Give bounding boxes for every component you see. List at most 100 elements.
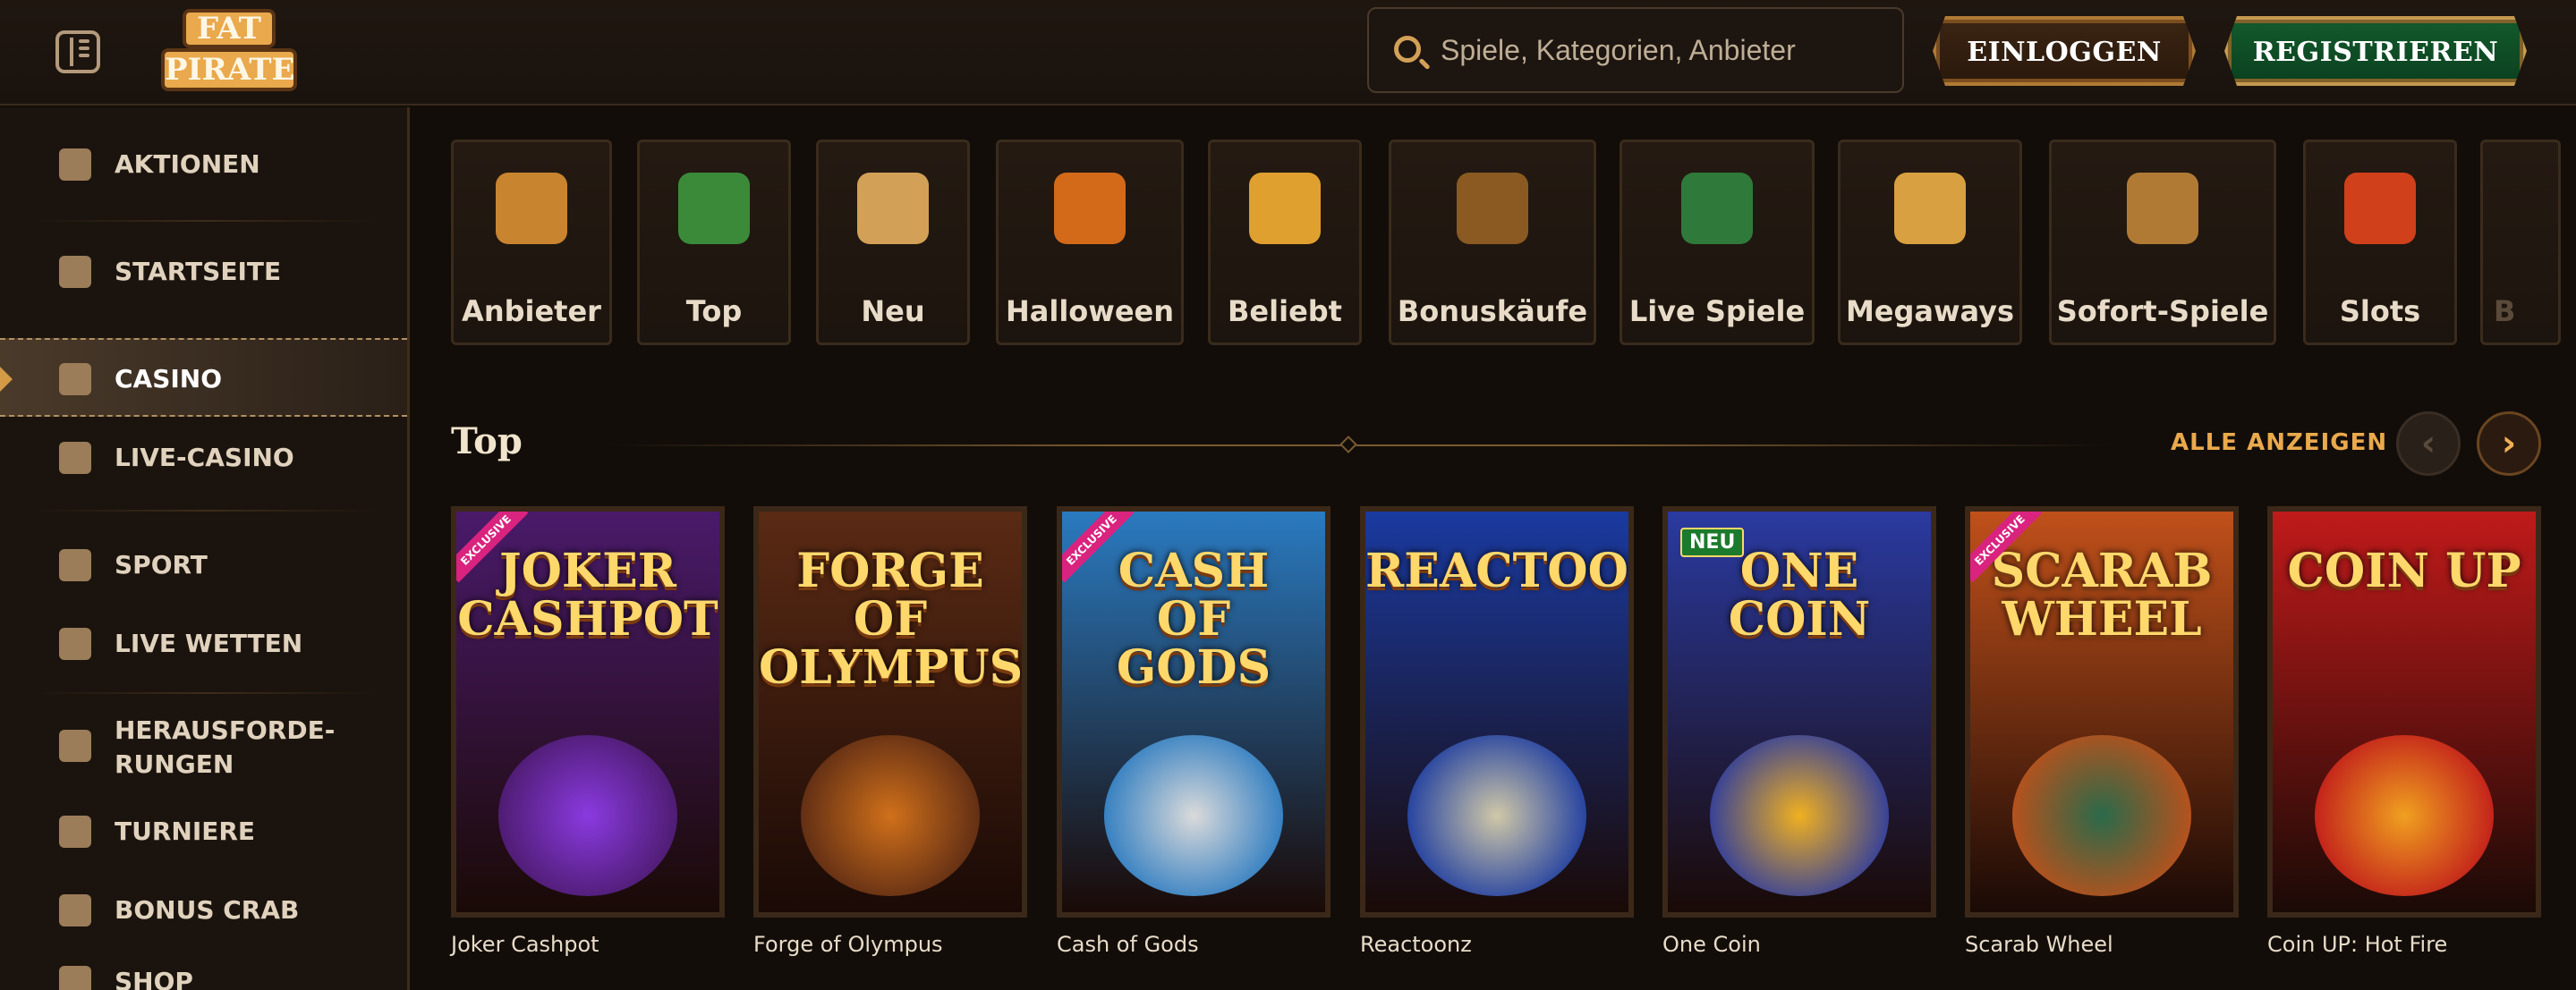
carousel-prev-button[interactable]: ‹ (2396, 411, 2461, 476)
game-name[interactable]: Reactoonz (1360, 932, 1472, 957)
sidebar-item-label: LIVE WETTEN (115, 629, 303, 658)
search-icon (1394, 36, 1421, 63)
game-art-figure (2315, 735, 2494, 896)
sidebar-item-label: LIVE-CASINO (115, 443, 294, 472)
shop-icon (59, 966, 91, 990)
sidebar-item-live-casino[interactable]: LIVE-CASINO (0, 419, 407, 497)
game-tile[interactable]: FORGE OF OLYMPUS (753, 506, 1027, 918)
category-megaways[interactable]: Megaways (1838, 140, 2022, 345)
game-art-figure (1710, 735, 1889, 896)
search-input[interactable] (1441, 27, 1888, 73)
game-art-figure (1407, 735, 1586, 896)
sidebar-item-label: TURNIERE (115, 817, 256, 846)
game-tile[interactable]: JOKER CASHPOT EXCLUSIVE (451, 506, 725, 918)
sidebar-nav: AKTIONEN STARTSEITE CASINO LIVE-CASINO S… (0, 107, 410, 990)
game-tile[interactable]: CASH OF GODS EXCLUSIVE (1057, 506, 1331, 918)
carousel-next-button[interactable]: › (2477, 411, 2541, 476)
category-label: Megaways (1845, 294, 2015, 328)
game-art-title: COIN UP (2287, 544, 2521, 598)
sidebar-item-label: SHOP (115, 967, 193, 990)
category-label: Top (685, 294, 743, 328)
game-tile[interactable]: ONE COIN NEU (1662, 506, 1936, 918)
sidebar-item-label: SPORT (115, 550, 208, 580)
category-label: B (2494, 294, 2516, 328)
home-icon (59, 256, 91, 288)
sport-icon (59, 549, 91, 581)
category-sofort-spiele[interactable]: Sofort-Spiele (2049, 140, 2276, 345)
logo-line-2: PIRATE (161, 48, 297, 91)
sidebar-item-turniere[interactable]: TURNIERE (0, 792, 407, 871)
game-name[interactable]: Scarab Wheel (1965, 932, 2113, 957)
game-art-title: SCARAB WHEEL (1991, 544, 2213, 647)
new-badge: NEU (1680, 528, 1745, 557)
game-art-figure (2012, 735, 2191, 896)
top-header: FAT PIRATE EINLOGGEN REGISTRIEREN (0, 0, 2576, 106)
game-tile[interactable]: SCARAB WHEEL EXCLUSIVE (1965, 506, 2239, 918)
section-divider (608, 444, 2112, 446)
category-label: Anbieter (462, 294, 601, 328)
game-tile[interactable]: COIN UP (2267, 506, 2541, 918)
game-art-figure (801, 735, 980, 896)
category-label: Sofort-Spiele (2056, 294, 2269, 328)
category-bonuskäufe[interactable]: Bonuskäufe (1389, 140, 1596, 345)
category-anbieter[interactable]: Anbieter (451, 140, 612, 345)
divider-ornament (1339, 436, 1357, 453)
game-name[interactable]: One Coin (1662, 932, 1761, 957)
cards-icon (1681, 173, 1753, 244)
live-bet-icon (59, 628, 91, 660)
category-halloween[interactable]: Halloween (996, 140, 1184, 345)
category-label: Halloween (1005, 294, 1175, 328)
sidebar-item-label: BONUS CRAB (115, 895, 300, 925)
register-button[interactable]: REGISTRIEREN (2224, 16, 2527, 86)
sidebar-item-label: HERAUSFORDE- RUNGEN (115, 715, 336, 779)
sidebar-item-sport[interactable]: SPORT (0, 526, 407, 605)
category-live-spiele[interactable]: Live Spiele (1620, 140, 1815, 345)
sidebar-item-startseite[interactable]: STARTSEITE (0, 233, 407, 311)
category-neu[interactable]: Neu (816, 140, 970, 345)
category-beliebt[interactable]: Beliebt (1208, 140, 1362, 345)
challenges-icon (59, 730, 91, 762)
category-label: Neu (861, 294, 925, 328)
sidebar-toggle-icon[interactable] (55, 30, 100, 73)
category-label: Bonuskäufe (1397, 294, 1588, 328)
sidebar-item-label: CASINO (115, 364, 223, 393)
crab-icon (59, 894, 91, 927)
sidebar-item-aktionen[interactable]: AKTIONEN (0, 125, 407, 204)
sidebar-item-shop[interactable]: SHOP (0, 943, 407, 990)
section-title: Top (451, 420, 523, 462)
crown-icon (1249, 173, 1321, 244)
game-name[interactable]: Cash of Gods (1057, 932, 1199, 957)
live-casino-icon (59, 442, 91, 474)
game-art-title: FORGE OF OLYMPUS (759, 544, 1024, 695)
login-button[interactable]: EINLOGGEN (1933, 16, 2196, 86)
scroll-icon (496, 173, 567, 244)
category-label: Live Spiele (1628, 294, 1806, 328)
category-label: Beliebt (1228, 294, 1342, 328)
m-icon (1894, 173, 1966, 244)
goblet-icon (857, 173, 929, 244)
sidebar-item-herausforderungen[interactable]: HERAUSFORDE- RUNGEN (0, 707, 407, 785)
category-slots[interactable]: Slots (2303, 140, 2457, 345)
search-box[interactable] (1367, 7, 1904, 93)
game-name[interactable]: Coin UP: Hot Fire (2267, 932, 2447, 957)
game-art-title: ONE COIN (1728, 544, 1871, 647)
game-name[interactable]: Forge of Olympus (753, 932, 943, 957)
game-art-title: CASH OF GODS (1116, 544, 1271, 695)
game-art-title: JOKER CASHPOT (457, 544, 718, 647)
game-art-title: REACTOONZ (1365, 544, 1628, 598)
sidebar-item-casino[interactable]: CASINO (0, 338, 407, 417)
category-top[interactable]: Top (637, 140, 791, 345)
game-name[interactable]: Joker Cashpot (451, 932, 599, 957)
game-art-figure (1104, 735, 1283, 896)
site-logo[interactable]: FAT PIRATE (159, 9, 299, 91)
sidebar-item-bonus-crab[interactable]: BONUS CRAB (0, 871, 407, 950)
game-tile[interactable]: REACTOONZ (1360, 506, 1634, 918)
category-b[interactable]: B (2480, 140, 2561, 345)
category-label: Slots (2339, 294, 2421, 328)
sidebar-item-live-wetten[interactable]: LIVE WETTEN (0, 605, 407, 683)
star-icon (678, 173, 750, 244)
sidebar-item-label: STARTSEITE (115, 257, 282, 286)
pumpkin-icon (1054, 173, 1126, 244)
show-all-link[interactable]: ALLE ANZEIGEN (2171, 429, 2387, 456)
promotions-icon (59, 148, 91, 181)
